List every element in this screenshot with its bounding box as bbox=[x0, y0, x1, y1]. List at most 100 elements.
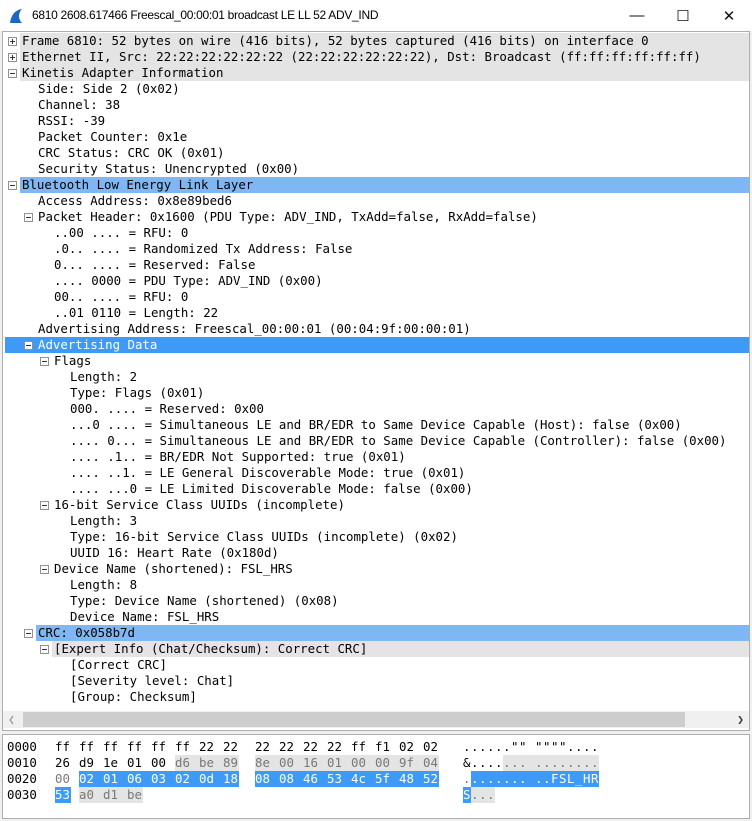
collapse-icon[interactable] bbox=[40, 501, 49, 510]
maximize-button[interactable]: ☐ bbox=[660, 0, 706, 31]
ascii-char[interactable]: . bbox=[479, 755, 487, 771]
tree-item[interactable]: Length: 3 bbox=[3, 513, 749, 529]
tree-item[interactable]: Access Address: 0x8e89bed6 bbox=[3, 193, 749, 209]
hex-byte[interactable]: 01 bbox=[327, 755, 351, 771]
ascii-char[interactable]: L bbox=[567, 771, 575, 787]
ascii-char[interactable]: . bbox=[471, 771, 479, 787]
tree-item[interactable]: Security Status: Unencrypted (0x00) bbox=[3, 161, 749, 177]
hex-byte[interactable]: 00 bbox=[279, 755, 303, 771]
scroll-left-icon[interactable]: ❮ bbox=[3, 711, 20, 728]
ascii-char[interactable]: . bbox=[479, 771, 487, 787]
ascii-char[interactable]: . bbox=[479, 787, 487, 803]
ascii-char[interactable]: . bbox=[535, 755, 543, 771]
hex-byte[interactable]: ff bbox=[127, 739, 151, 755]
ascii-char[interactable]: _ bbox=[575, 771, 583, 787]
ascii-char[interactable]: . bbox=[511, 771, 519, 787]
hex-byte[interactable]: ff bbox=[103, 739, 127, 755]
tree-item[interactable]: RSSI: -39 bbox=[3, 113, 749, 129]
tree-item[interactable]: .... 0000 = PDU Type: ADV_IND (0x00) bbox=[3, 273, 749, 289]
hex-byte[interactable]: be bbox=[199, 755, 223, 771]
ascii-char[interactable]: . bbox=[495, 771, 503, 787]
hex-byte[interactable]: ff bbox=[351, 739, 375, 755]
scrollbar-thumb[interactable] bbox=[23, 712, 685, 727]
ascii-char[interactable]: S bbox=[559, 771, 567, 787]
hex-byte[interactable]: 00 bbox=[351, 755, 375, 771]
tree-item[interactable]: Channel: 38 bbox=[3, 97, 749, 113]
collapse-icon[interactable] bbox=[8, 181, 17, 190]
ascii-char[interactable]: . bbox=[471, 787, 479, 803]
ascii-char[interactable]: . bbox=[471, 739, 479, 755]
ascii-char[interactable]: . bbox=[591, 755, 599, 771]
ascii-char[interactable]: " bbox=[551, 739, 559, 755]
tree-item[interactable]: Ethernet II, Src: 22:22:22:22:22:22 (22:… bbox=[3, 49, 749, 65]
hex-byte[interactable]: 22 bbox=[255, 739, 279, 755]
ascii-char[interactable]: . bbox=[567, 755, 575, 771]
tree-item[interactable]: Frame 6810: 52 bytes on wire (416 bits),… bbox=[3, 33, 749, 49]
ascii-char[interactable]: . bbox=[519, 771, 535, 787]
hex-byte[interactable]: 02 bbox=[175, 771, 199, 787]
hex-byte[interactable]: 06 bbox=[127, 771, 151, 787]
tree-item[interactable]: ..01 0110 = Length: 22 bbox=[3, 305, 749, 321]
ascii-char[interactable]: . bbox=[559, 755, 567, 771]
collapse-icon[interactable] bbox=[40, 357, 49, 366]
ascii-char[interactable]: . bbox=[503, 771, 511, 787]
hex-byte[interactable]: 8e bbox=[255, 755, 279, 771]
packet-bytes-pane[interactable]: 0000 ff. ff. ff. ff. ff. ff. 22 " 22 " 22 " 22 " 22 " 22 "… bbox=[2, 734, 750, 819]
hex-byte[interactable]: 00 bbox=[151, 755, 167, 771]
tree-item[interactable]: [Severity level: Chat] bbox=[3, 673, 749, 689]
hex-byte[interactable]: 52 bbox=[423, 771, 439, 787]
hex-byte[interactable]: ff bbox=[175, 739, 199, 755]
hex-byte[interactable]: 1e bbox=[103, 755, 127, 771]
tree-item[interactable]: Flags bbox=[3, 353, 749, 369]
ascii-char[interactable]: . bbox=[543, 771, 551, 787]
hex-byte[interactable]: 00 bbox=[55, 771, 71, 787]
hex-byte[interactable]: d6 bbox=[175, 755, 199, 771]
ascii-char[interactable]: . bbox=[535, 771, 543, 787]
expand-icon[interactable] bbox=[8, 37, 17, 46]
tree-item[interactable]: Type: Flags (0x01) bbox=[3, 385, 749, 401]
tree-item[interactable]: 00.. .... = RFU: 0 bbox=[3, 289, 749, 305]
tree-item[interactable]: CRC: 0x058b7d bbox=[3, 625, 749, 641]
ascii-char[interactable]: . bbox=[575, 739, 583, 755]
ascii-char[interactable]: . bbox=[575, 755, 583, 771]
collapse-icon[interactable] bbox=[24, 213, 33, 222]
collapse-icon[interactable] bbox=[24, 629, 33, 638]
hex-byte[interactable]: 4c bbox=[351, 771, 375, 787]
ascii-char[interactable]: . bbox=[487, 787, 495, 803]
tree-item[interactable]: CRC Status: CRC OK (0x01) bbox=[3, 145, 749, 161]
horizontal-scrollbar[interactable]: ❮ ❯ bbox=[3, 711, 749, 728]
tree-item[interactable]: .0.. .... = Randomized Tx Address: False bbox=[3, 241, 749, 257]
tree-item[interactable]: Kinetis Adapter Information bbox=[3, 65, 749, 81]
hex-byte[interactable]: 46 bbox=[303, 771, 327, 787]
tree-item[interactable]: [Expert Info (Chat/Checksum): Correct CR… bbox=[3, 641, 749, 657]
ascii-char[interactable]: & bbox=[463, 755, 471, 771]
hex-byte[interactable]: 22 bbox=[199, 739, 223, 755]
packet-details-tree[interactable]: Frame 6810: 52 bytes on wire (416 bits),… bbox=[2, 31, 750, 731]
tree-item[interactable]: .... ...0 = LE Limited Discoverable Mode… bbox=[3, 481, 749, 497]
hex-byte[interactable]: 9f bbox=[399, 755, 423, 771]
ascii-char[interactable]: S bbox=[463, 787, 471, 803]
tree-item[interactable]: Length: 8 bbox=[3, 577, 749, 593]
ascii-char[interactable]: . bbox=[463, 739, 471, 755]
hex-byte[interactable]: 03 bbox=[151, 771, 175, 787]
ascii-char[interactable]: . bbox=[511, 755, 519, 771]
hex-byte[interactable]: ff bbox=[55, 739, 79, 755]
ascii-char[interactable]: . bbox=[487, 771, 495, 787]
hex-byte[interactable]: be bbox=[127, 787, 143, 803]
tree-item[interactable]: Side: Side 2 (0x02) bbox=[3, 81, 749, 97]
hex-byte[interactable]: 53 bbox=[327, 771, 351, 787]
hex-byte[interactable]: 01 bbox=[127, 755, 151, 771]
ascii-char[interactable]: . bbox=[487, 755, 495, 771]
minimize-button[interactable]: — bbox=[614, 0, 660, 31]
close-button[interactable]: ✕ bbox=[706, 0, 752, 31]
collapse-icon[interactable] bbox=[40, 645, 49, 654]
hex-byte[interactable]: 04 bbox=[423, 755, 439, 771]
hex-byte[interactable]: 22 bbox=[279, 739, 303, 755]
ascii-char[interactable]: . bbox=[567, 739, 575, 755]
hex-byte[interactable]: 89 bbox=[223, 755, 239, 771]
tree-item[interactable]: Device Name: FSL_HRS bbox=[3, 609, 749, 625]
hex-byte[interactable]: 22 bbox=[303, 739, 327, 755]
expand-icon[interactable] bbox=[8, 53, 17, 62]
tree-item[interactable]: Advertising Address: Freescal_00:00:01 (… bbox=[3, 321, 749, 337]
tree-item[interactable]: Device Name (shortened): FSL_HRS bbox=[3, 561, 749, 577]
